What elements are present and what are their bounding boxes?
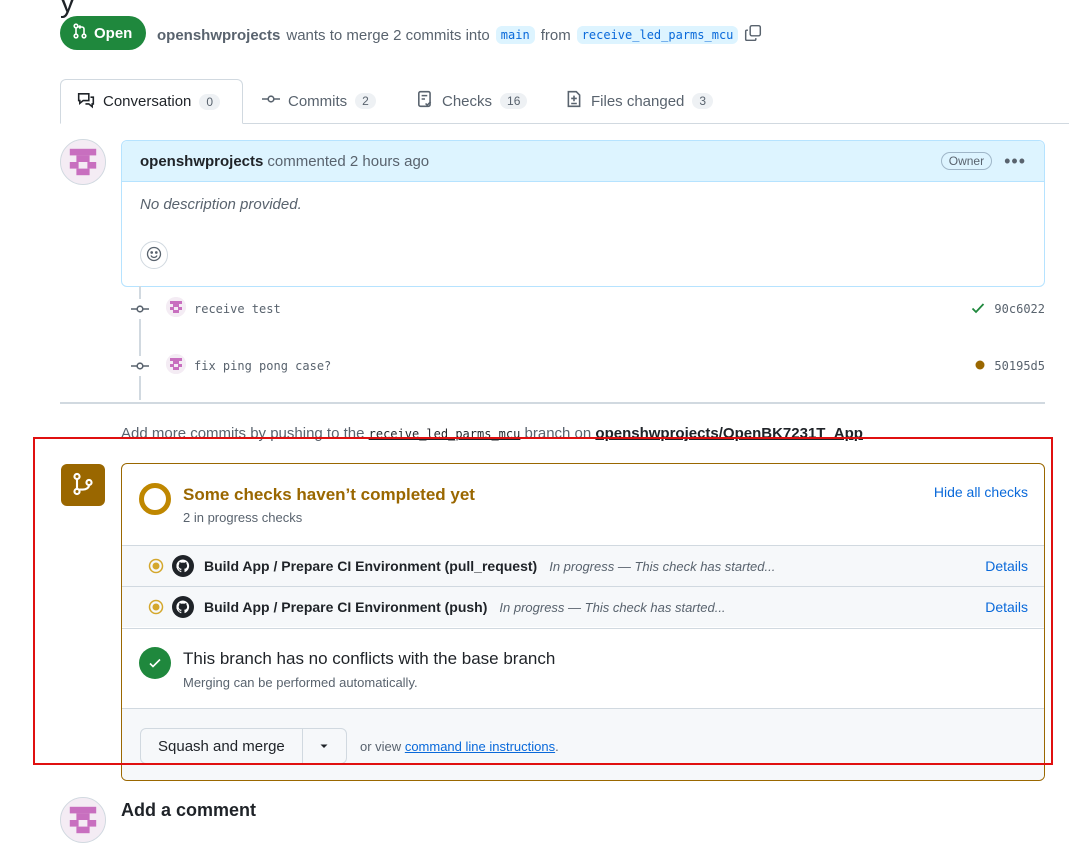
checks-status-title: Some checks haven’t completed yet — [183, 485, 475, 504]
timeline-divider — [60, 402, 1045, 404]
git-commit-icon — [262, 90, 280, 112]
check-details-link[interactable]: Details — [985, 558, 1028, 574]
branch-link[interactable]: receive_led_parms_mcu — [369, 427, 521, 441]
pr-author-link[interactable]: openshwprojects — [157, 27, 280, 44]
commit-row: fix ping pong case? 50195d5 — [130, 354, 1045, 378]
comment-header: openshwprojects commented 2 hours ago Ow… — [122, 141, 1044, 182]
git-branch-icon — [71, 472, 95, 499]
merge-method-dropdown[interactable] — [303, 729, 346, 763]
copy-icon[interactable] — [744, 24, 762, 46]
head-branch-tag[interactable]: receive_led_parms_mcu — [576, 26, 739, 44]
repo-link[interactable]: openshwprojects/OpenBK7231T_App — [595, 425, 863, 442]
pull-request-icon — [72, 23, 88, 43]
pr-summary-text: wants to merge 2 commits into — [286, 26, 490, 44]
role-badge: Owner — [940, 152, 993, 170]
pending-circle-icon — [138, 482, 172, 519]
tab-checks[interactable]: Checks 16 — [400, 79, 543, 123]
merge-box: Some checks haven’t completed yet 2 in p… — [121, 463, 1045, 781]
commit-status: 50195d5 — [974, 359, 1045, 374]
triangle-down-icon — [319, 738, 329, 754]
merge-footer: Squash and merge or view command line in… — [122, 708, 1044, 780]
merge-button-group: Squash and merge — [140, 728, 347, 764]
no-conflicts-section: This branch has no conflicts with the ba… — [122, 628, 1044, 709]
commit-sha-link[interactable]: 50195d5 — [994, 359, 1045, 373]
tab-count: 2 — [355, 93, 376, 109]
smiley-icon — [146, 246, 162, 265]
avatar[interactable] — [60, 139, 106, 185]
tab-files-changed[interactable]: Files changed 3 — [549, 79, 729, 123]
commit-message-link[interactable]: fix ping pong case? — [194, 359, 331, 373]
cli-hint: or view command line instructions. — [360, 739, 559, 754]
pr-state-label: Open — [94, 24, 133, 42]
avatar[interactable] — [166, 297, 186, 317]
add-comment-heading: Add a comment — [121, 800, 257, 820]
check-icon[interactable] — [970, 300, 986, 319]
or-view-text: or view — [360, 739, 402, 754]
avatar[interactable] — [166, 354, 186, 374]
conflicts-subtitle: Merging can be performed automatically. — [183, 675, 418, 690]
tab-commits[interactable]: Commits 2 — [246, 79, 392, 123]
squash-and-merge-button[interactable]: Squash and merge — [141, 729, 303, 763]
tab-count: 0 — [199, 93, 221, 110]
check-name: Build App / Prepare CI Environment (pull… — [204, 558, 538, 574]
hint-text: branch on — [524, 425, 592, 442]
check-row: Build App / Prepare CI Environment (pull… — [122, 545, 1044, 586]
add-reaction-button[interactable] — [140, 241, 168, 269]
period-text: . — [555, 739, 559, 754]
hide-all-checks-button[interactable]: Hide all checks — [934, 484, 1028, 500]
commit-sha-link[interactable]: 90c6022 — [994, 302, 1045, 316]
tab-count: 3 — [692, 93, 714, 109]
tab-count: 16 — [500, 93, 528, 109]
check-row: Build App / Prepare CI Environment (push… — [122, 586, 1044, 627]
in-progress-dot-icon — [148, 558, 164, 574]
tab-label: Conversation — [103, 93, 192, 110]
check-description: In progress — This check has started... — [549, 558, 776, 574]
commit-row: receive test 90c6022 — [130, 297, 1045, 321]
tab-label: Commits — [288, 92, 348, 110]
merge-status-icon — [61, 464, 105, 506]
tab-label: Files changed — [591, 92, 685, 110]
github-actions-icon — [172, 555, 194, 577]
check-details-link[interactable]: Details — [985, 599, 1028, 615]
from-text: from — [540, 26, 571, 44]
checklist-icon — [416, 90, 434, 112]
comment-timestamp[interactable]: commented 2 hours ago — [267, 153, 429, 170]
conflicts-title: This branch has no conflicts with the ba… — [183, 649, 556, 668]
comment-author-link[interactable]: openshwprojects — [140, 153, 263, 170]
hint-text: Add more commits by pushing to the — [121, 425, 365, 442]
add-commits-hint: Add more commits by pushing to the recei… — [121, 425, 863, 442]
base-branch-tag[interactable]: main — [495, 26, 535, 44]
pr-meta: openshwprojects wants to merge 2 commits… — [157, 24, 762, 46]
tab-conversation[interactable]: Conversation 0 — [60, 79, 243, 124]
file-diff-icon — [565, 90, 583, 112]
commit-message-link[interactable]: receive test — [194, 302, 281, 316]
tab-label: Checks — [442, 92, 493, 110]
github-actions-icon — [172, 596, 194, 618]
git-commit-icon — [130, 299, 150, 319]
checks-status-subtitle: 2 in progress checks — [183, 510, 303, 525]
pr-state-badge: Open — [60, 16, 147, 50]
kebab-menu-icon[interactable]: ••• — [1004, 151, 1026, 172]
pr-tabs: Conversation 0 Commits 2 Checks 16 Files… — [60, 79, 1069, 124]
check-name: Build App / Prepare CI Environment (push… — [204, 599, 488, 615]
command-line-instructions-link[interactable]: command line instructions — [405, 739, 555, 754]
pr-description-comment: openshwprojects commented 2 hours ago Ow… — [121, 140, 1045, 287]
comment-discussion-icon — [77, 91, 95, 113]
check-description: In progress — This check has started... — [499, 599, 726, 615]
pending-dot-icon[interactable] — [974, 359, 986, 374]
commit-status: 90c6022 — [970, 300, 1045, 319]
comment-body: No description provided. — [140, 196, 302, 213]
git-commit-icon — [130, 356, 150, 376]
check-circle-icon — [139, 647, 171, 679]
in-progress-dot-icon — [148, 599, 164, 615]
avatar[interactable] — [60, 797, 106, 843]
